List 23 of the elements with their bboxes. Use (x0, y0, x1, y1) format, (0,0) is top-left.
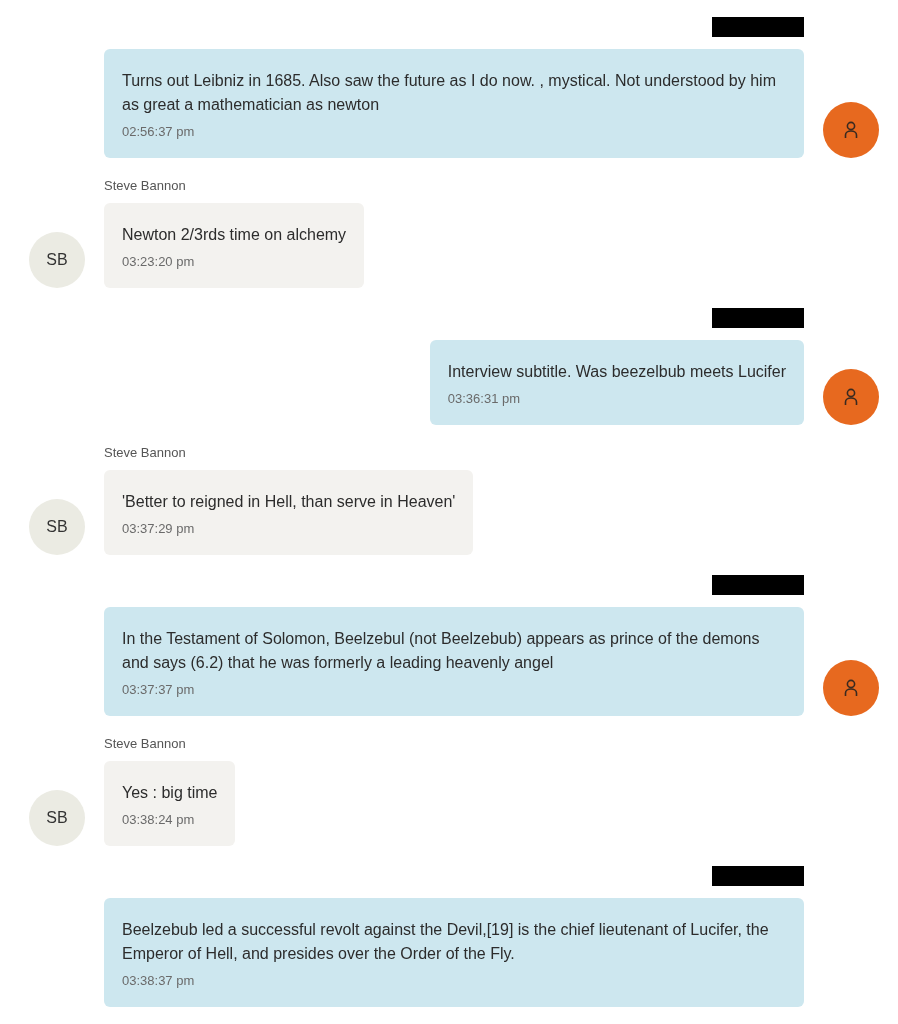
contact-avatar: SB (29, 499, 85, 555)
message-text: Interview subtitle. Was beezelbub meets Lucifer (447, 362, 786, 382)
contact-avatar: SB (29, 790, 85, 846)
message-time: 02:56:37 pm (122, 123, 196, 141)
message-text: Newton 2/3rds time on alchemy (122, 225, 347, 245)
message-text: Yes : big time (122, 783, 218, 803)
person-icon (844, 121, 858, 139)
sender-name: Steve Bannon (104, 445, 186, 460)
message-time: 03:37:29 pm (122, 520, 196, 538)
person-icon (844, 679, 858, 697)
message-time: 03:36:31 pm (447, 390, 522, 408)
message-text: Turns out Leibniz in 1685. Also saw the future as I do now. , mystical. Not understood by him as great a mathematician as newton (122, 71, 777, 115)
message-time: 03:38:24 pm (122, 811, 196, 829)
person-icon (844, 388, 858, 406)
contact-avatar: SB (29, 232, 85, 288)
message-time: 03:23:20 pm (122, 253, 196, 271)
message-text: 'Better to reigned in Hell, than serve in Heaven' (122, 492, 456, 512)
sender-name: Steve Bannon (104, 736, 186, 751)
message-text: Beelzebub led a successful revolt against the Devil,[19] is the chief lieutenant of Lucifer, the Emperor of Hell, and presides over the Order of the Fly. (122, 920, 770, 964)
message-time: 03:37:37 pm (122, 681, 196, 699)
sender-name: Steve Bannon (104, 178, 186, 193)
message-time: 03:38:37 pm (122, 972, 196, 990)
message-text: In the Testament of Solomon, Beelzebul (not Beelzebub) appears as prince of the demons and says (6.2) that he was formerly a leading heavenly angel (122, 629, 761, 673)
